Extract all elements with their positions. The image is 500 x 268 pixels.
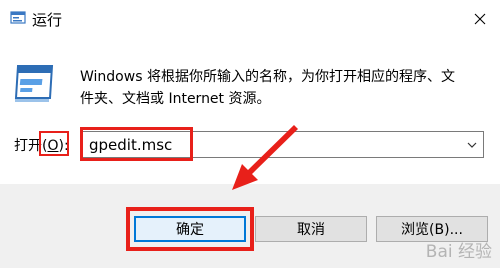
run-dialog-icon — [10, 11, 26, 24]
input-highlight-box — [80, 127, 193, 161]
run-program-icon — [14, 65, 54, 102]
close-icon — [474, 13, 486, 25]
close-button[interactable] — [460, 0, 500, 38]
title-bar[interactable]: 运行 — [0, 0, 500, 38]
baidu-watermark: Bai 经验 — [425, 242, 492, 262]
chevron-down-icon[interactable] — [467, 140, 477, 150]
description-line-2: 件夹、文档或 Internet 资源。 — [80, 91, 271, 107]
label-highlight-box — [39, 131, 69, 156]
window-title: 运行 — [32, 11, 63, 29]
ok-highlight-box — [126, 207, 254, 251]
description-text: Windows 将根据你所输入的名称，为你打开相应的程序、文 件夹、文档或 In… — [80, 66, 480, 110]
cancel-button[interactable]: 取消 — [255, 216, 367, 242]
dialog-body: Windows 将根据你所输入的名称，为你打开相应的程序、文 件夹、文档或 In… — [0, 38, 500, 184]
run-dialog: 运行 Windows 将根据你所输入的名称，为你打开相应的程序、文 件夹、文档或… — [0, 0, 500, 268]
button-bar: 确定 取消 浏览(B)... Bai 经验 — [0, 184, 500, 268]
description-line-1: Windows 将根据你所输入的名称，为你打开相应的程序、文 — [80, 69, 455, 85]
